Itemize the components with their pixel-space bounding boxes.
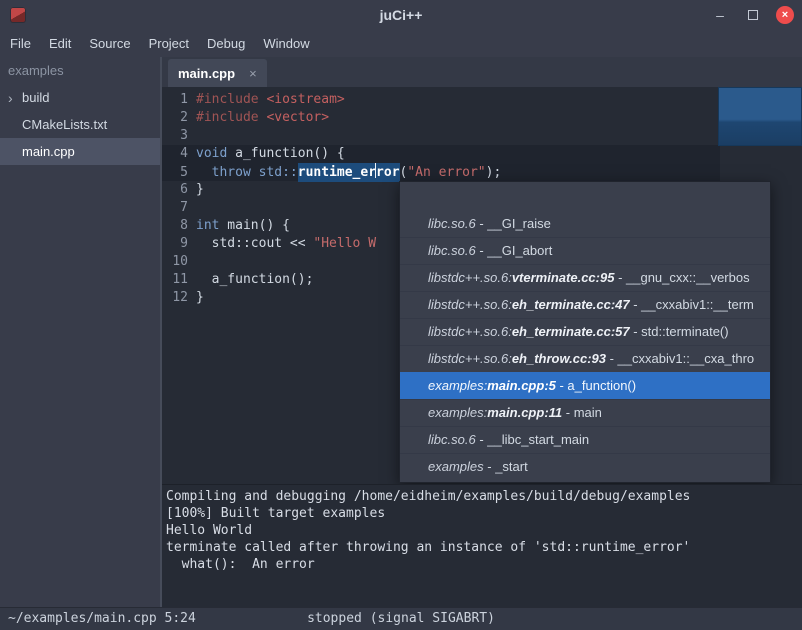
code-text: int main() { bbox=[196, 218, 290, 233]
minimize-button[interactable]: – bbox=[710, 5, 730, 25]
close-button[interactable]: × bbox=[776, 6, 794, 24]
code-text: void a_function() { bbox=[196, 146, 345, 161]
line-number: 12 bbox=[162, 289, 188, 307]
backtrace-popup: libc.so.6 - __GI_raiselibc.so.6 - __GI_a… bbox=[399, 181, 771, 483]
backtrace-item[interactable]: libstdc++.so.6:eh_terminate.cc:47 - __cx… bbox=[400, 291, 770, 318]
maximize-button[interactable] bbox=[743, 5, 763, 25]
tab-label: main.cpp bbox=[178, 66, 235, 81]
menu-item-window[interactable]: Window bbox=[263, 36, 309, 51]
code-text: } bbox=[196, 182, 204, 197]
backtrace-item[interactable]: examples:main.cpp:11 - main bbox=[400, 399, 770, 426]
backtrace-item[interactable]: examples - _start bbox=[400, 453, 770, 480]
tab-bar: main.cpp × bbox=[162, 57, 802, 87]
backtrace-item[interactable]: libstdc++.so.6:eh_terminate.cc:57 - std:… bbox=[400, 318, 770, 345]
backtrace-list: libc.so.6 - __GI_raiselibc.so.6 - __GI_a… bbox=[400, 211, 770, 480]
sidebar-item-cmakelists-txt[interactable]: CMakeLists.txt bbox=[0, 111, 160, 138]
window-title: juCi++ bbox=[0, 7, 802, 23]
line-number: 3 bbox=[162, 127, 188, 145]
console-line: [100%] Built target examples bbox=[166, 505, 802, 522]
code-line[interactable]: 4 void a_function() { bbox=[162, 145, 802, 163]
code-text: a_function(); bbox=[196, 272, 313, 287]
console-line: Compiling and debugging /home/eidheim/ex… bbox=[166, 488, 802, 505]
line-number: 8 bbox=[162, 217, 188, 235]
console-line: terminate called after throwing an insta… bbox=[166, 539, 802, 556]
code-text: throw std::runtime_error("An error"); bbox=[196, 165, 501, 180]
titlebar[interactable]: juCi++ – × bbox=[0, 0, 802, 30]
console-line: what(): An error bbox=[166, 556, 802, 573]
menu-item-edit[interactable]: Edit bbox=[49, 36, 71, 51]
menu-item-source[interactable]: Source bbox=[89, 36, 130, 51]
line-number: 6 bbox=[162, 181, 188, 199]
line-number: 9 bbox=[162, 235, 188, 253]
console-line: Hello World bbox=[166, 522, 802, 539]
code-line[interactable]: 2 #include <vector> bbox=[162, 109, 802, 127]
file-tree: ›build CMakeLists.txt main.cpp bbox=[0, 84, 160, 165]
minimize-icon: – bbox=[716, 7, 724, 23]
sidebar-item-build[interactable]: ›build bbox=[0, 84, 160, 111]
menu-item-file[interactable]: File bbox=[10, 36, 31, 51]
line-number: 10 bbox=[162, 253, 188, 271]
project-name: examples bbox=[0, 57, 160, 84]
status-bar: stopped (signal SIGABRT) ~/examples/main… bbox=[0, 607, 802, 630]
expander-icon: › bbox=[8, 91, 22, 105]
backtrace-item[interactable]: libstdc++.so.6:vterminate.cc:95 - __gnu_… bbox=[400, 264, 770, 291]
backtrace-item[interactable]: libstdc++.so.6:eh_throw.cc:93 - __cxxabi… bbox=[400, 345, 770, 372]
line-number: 7 bbox=[162, 199, 188, 217]
backtrace-item[interactable]: libc.so.6 - __GI_abort bbox=[400, 237, 770, 264]
backtrace-item-selected[interactable]: examples:main.cpp:5 - a_function() bbox=[400, 372, 770, 399]
menu-item-project[interactable]: Project bbox=[149, 36, 189, 51]
close-icon: × bbox=[782, 9, 788, 21]
status-file-position: ~/examples/main.cpp 5:24 bbox=[8, 608, 196, 629]
code-editor[interactable]: 1 #include <iostream> 2 #include <vector> 34… bbox=[162, 87, 802, 484]
code-text: std::cout << "Hello W bbox=[196, 236, 376, 251]
preview-panel bbox=[718, 87, 802, 146]
sidebar-item-label: build bbox=[22, 90, 49, 105]
backtrace-item[interactable]: libc.so.6 - __libc_start_main bbox=[400, 426, 770, 453]
code-text: #include <vector> bbox=[196, 110, 329, 125]
editor-column: main.cpp × 1 #include <iostream> 2 #include… bbox=[160, 57, 802, 608]
juci-window: juCi++ – × File Edit Source Project Debug Win… bbox=[0, 0, 802, 630]
code-line[interactable]: 1 #include <iostream> bbox=[162, 91, 802, 109]
sidebar-item-label: main.cpp bbox=[22, 144, 75, 159]
tab-close-icon[interactable]: × bbox=[249, 66, 257, 81]
line-number: 1 bbox=[162, 91, 188, 109]
backtrace-item[interactable]: libc.so.6 - __GI_raise bbox=[400, 211, 770, 237]
tab-main-cpp[interactable]: main.cpp × bbox=[168, 59, 267, 87]
maximize-icon bbox=[748, 10, 758, 20]
menu-item-debug[interactable]: Debug bbox=[207, 36, 245, 51]
output-console[interactable]: Compiling and debugging /home/eidheim/ex… bbox=[162, 484, 802, 608]
file-tree-sidebar: examples ›build CMakeLists.txt main.cpp bbox=[0, 57, 160, 608]
code-line[interactable]: 5 throw std::runtime_error("An error"); bbox=[162, 163, 802, 181]
sidebar-item-main-cpp[interactable]: main.cpp bbox=[0, 138, 160, 165]
line-number: 11 bbox=[162, 271, 188, 289]
code-line[interactable]: 3 bbox=[162, 127, 802, 145]
sidebar-item-label: CMakeLists.txt bbox=[22, 117, 107, 132]
window-controls: – × bbox=[710, 0, 794, 30]
app-icon bbox=[10, 7, 26, 23]
code-text: } bbox=[196, 290, 204, 305]
line-number: 4 bbox=[162, 145, 188, 163]
line-number: 2 bbox=[162, 109, 188, 127]
menu-bar: File Edit Source Project Debug Window bbox=[0, 30, 802, 57]
line-number: 5 bbox=[162, 164, 188, 182]
code-text: #include <iostream> bbox=[196, 92, 345, 107]
